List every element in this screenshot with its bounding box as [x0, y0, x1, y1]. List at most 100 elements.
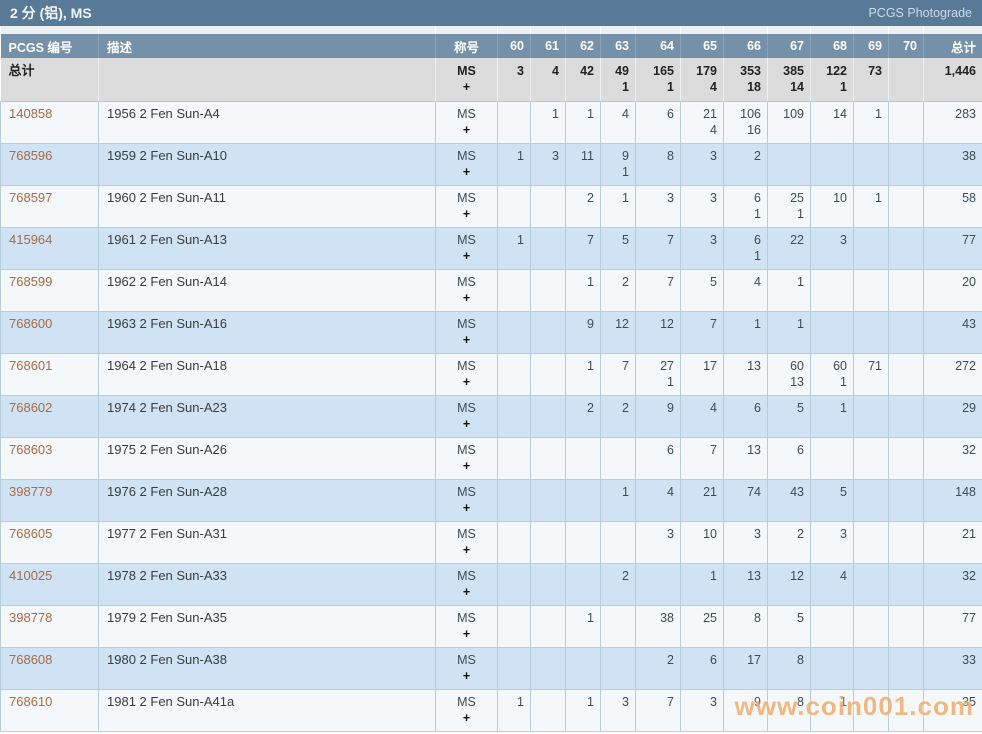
photograde-link[interactable]: PCGS Photograde: [868, 6, 972, 20]
spacer-cell: [724, 26, 768, 34]
row-total: 35: [924, 689, 982, 731]
table-row: 1408581956 2 Fen Sun-A4MS+114621 4106 16…: [1, 101, 982, 143]
pcgs-number-link[interactable]: 768602: [1, 395, 99, 437]
row-designation: MS+: [436, 605, 498, 647]
row-total: 58: [924, 185, 982, 227]
grade-count-cell: [566, 479, 601, 521]
grade-count-cell: [498, 101, 531, 143]
row-designation: MS+: [436, 185, 498, 227]
grade-count-cell: 13: [724, 437, 768, 479]
col-header-61: 61: [531, 34, 566, 58]
grade-count-cell: 4: [811, 563, 854, 605]
pcgs-number-link[interactable]: 768603: [1, 437, 99, 479]
grade-count-cell: 25: [681, 605, 724, 647]
grade-count-cell: [498, 185, 531, 227]
grade-count-cell: [854, 395, 889, 437]
col-header-63: 63: [601, 34, 636, 58]
grade-count-cell: [811, 143, 854, 185]
row-total: 21: [924, 521, 982, 563]
grade-count-cell: 6: [681, 647, 724, 689]
spacer-cell: [854, 26, 889, 34]
title-bar: 2 分 (铝), MS PCGS Photograde: [0, 0, 982, 26]
coin-description: 1963 2 Fen Sun-A16: [99, 311, 436, 353]
grade-count-cell: 12: [768, 563, 811, 605]
grade-count-cell: 1: [724, 311, 768, 353]
grade-count-cell: [889, 311, 924, 353]
grade-count-cell: 4: [724, 269, 768, 311]
grade-count-cell: [811, 269, 854, 311]
pcgs-number-link[interactable]: 768597: [1, 185, 99, 227]
spacer-cell: [811, 26, 854, 34]
coin-description: 1959 2 Fen Sun-A10: [99, 143, 436, 185]
grade-count-cell: 27 1: [636, 353, 681, 395]
table-row: 7686011964 2 Fen Sun-A18MS+1727 1171360 …: [1, 353, 982, 395]
grade-count-cell: 2: [566, 395, 601, 437]
spacer-cell: [601, 26, 636, 34]
pcgs-number-link[interactable]: 768605: [1, 521, 99, 563]
grade-count-cell: 2: [601, 269, 636, 311]
grade-count-cell: 7: [636, 269, 681, 311]
grade-count-cell: 7: [636, 689, 681, 731]
grade-count-cell: 106 16: [724, 101, 768, 143]
designation-plus: +: [442, 79, 491, 95]
designation-ms: MS: [442, 316, 491, 332]
grade-count-cell: 1: [601, 185, 636, 227]
pcgs-number-link[interactable]: 768610: [1, 689, 99, 731]
table-row: 3987781979 2 Fen Sun-A35MS+138258577: [1, 605, 982, 647]
totals-grade-cell: 353 18: [724, 58, 768, 101]
grade-count-cell: 6: [636, 101, 681, 143]
totals-grade-cell: 73: [854, 58, 889, 101]
grade-count-cell: [889, 605, 924, 647]
designation-ms: MS: [442, 190, 491, 206]
table-row: 7686101981 2 Fen Sun-A41aMS+1137398135: [1, 689, 982, 731]
grade-count-cell: [889, 479, 924, 521]
pcgs-number-link[interactable]: 398779: [1, 479, 99, 521]
grade-count-cell: [531, 563, 566, 605]
grade-count-cell: [811, 437, 854, 479]
grade-count-cell: 38: [636, 605, 681, 647]
grade-count-cell: [498, 521, 531, 563]
grade-count-cell: 3: [724, 521, 768, 563]
grade-count-cell: 5: [681, 269, 724, 311]
grade-count-cell: 5: [811, 479, 854, 521]
totals-grade-cell: 4: [531, 58, 566, 101]
row-total: 272: [924, 353, 982, 395]
grade-count-cell: 1: [531, 101, 566, 143]
table-row: 7685961959 2 Fen Sun-A10MS+13119 183238: [1, 143, 982, 185]
designation-plus: +: [442, 584, 491, 600]
column-header-row: PCGS 编号描述称号6061626364656667686970总计: [1, 34, 982, 58]
col-header-62: 62: [566, 34, 601, 58]
row-designation: MS+: [436, 311, 498, 353]
designation-plus: +: [442, 626, 491, 642]
pcgs-number-link[interactable]: 768601: [1, 353, 99, 395]
pcgs-number-link[interactable]: 768600: [1, 311, 99, 353]
pcgs-number-link[interactable]: 415964: [1, 227, 99, 269]
row-designation: MS+: [436, 563, 498, 605]
totals-desc-empty: [99, 58, 436, 101]
grade-count-cell: [854, 689, 889, 731]
grade-count-cell: [498, 605, 531, 647]
grade-count-cell: 43: [768, 479, 811, 521]
row-designation: MS+: [436, 395, 498, 437]
row-designation: MS+: [436, 143, 498, 185]
row-total: 148: [924, 479, 982, 521]
grade-count-cell: [531, 647, 566, 689]
pcgs-number-link[interactable]: 410025: [1, 563, 99, 605]
row-total: 283: [924, 101, 982, 143]
row-designation: MS+: [436, 101, 498, 143]
pcgs-number-link[interactable]: 140858: [1, 101, 99, 143]
pcgs-number-link[interactable]: 398778: [1, 605, 99, 647]
table-row: 4159641961 2 Fen Sun-A13MS+175736 122377: [1, 227, 982, 269]
grade-count-cell: [811, 311, 854, 353]
grade-count-cell: [531, 185, 566, 227]
designation-plus: +: [442, 416, 491, 432]
coin-description: 1978 2 Fen Sun-A33: [99, 563, 436, 605]
pcgs-number-link[interactable]: 768608: [1, 647, 99, 689]
pcgs-number-link[interactable]: 768596: [1, 143, 99, 185]
pcgs-number-link[interactable]: 768599: [1, 269, 99, 311]
totals-grade-cell: 3: [498, 58, 531, 101]
spacer-cell: [1, 26, 99, 34]
designation-ms: MS: [442, 610, 491, 626]
grade-count-cell: 1: [566, 353, 601, 395]
grade-count-cell: [854, 311, 889, 353]
